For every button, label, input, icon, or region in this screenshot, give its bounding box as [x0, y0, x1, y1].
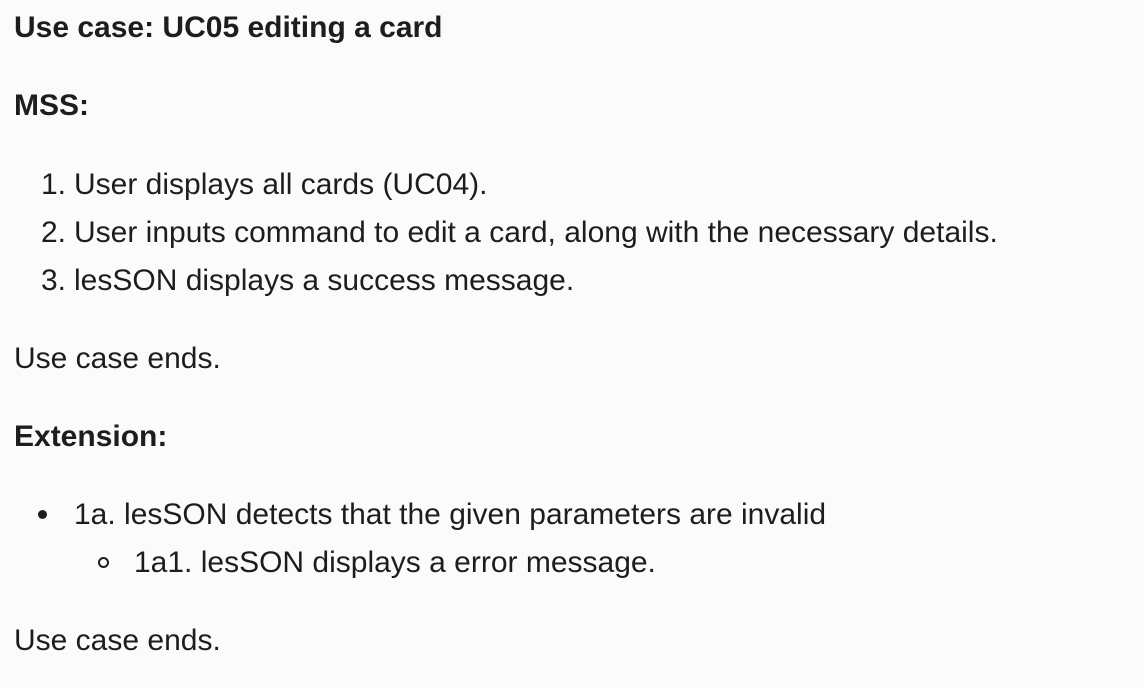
- mss-step: 1. User displays all cards (UC04).: [30, 167, 487, 203]
- mss-heading: MSS:: [14, 89, 89, 122]
- mss-step-text: User inputs command to edit a card, alon…: [74, 216, 998, 249]
- bullet-disc-icon: [38, 510, 47, 519]
- mss-step: 3. lesSON displays a success message.: [30, 263, 574, 299]
- mss-step-number: 3.: [40, 264, 66, 297]
- extension-subitem: 1a1. lesSON displays a error message.: [134, 546, 656, 579]
- extension-end-text: Use case ends.: [14, 624, 221, 657]
- mss-step-number: 2.: [40, 216, 66, 249]
- extension-item: 1a. lesSON detects that the given parame…: [74, 498, 827, 531]
- document: Use case: UC05 editing a card MSS: 1. Use…: [0, 0, 1144, 688]
- extension-heading: Extension:: [14, 420, 168, 453]
- mss-step: 2. User inputs command to edit a card, al…: [30, 215, 998, 251]
- mss-end-text: Use case ends.: [14, 342, 221, 375]
- mss-step-text: User displays all cards (UC04).: [74, 168, 488, 201]
- mss-step-text: lesSON displays a success message.: [74, 264, 575, 297]
- mss-step-number: 1.: [40, 168, 66, 201]
- use-case-title: Use case: UC05 editing a card: [14, 11, 443, 44]
- bullet-circle-icon: [98, 557, 109, 568]
